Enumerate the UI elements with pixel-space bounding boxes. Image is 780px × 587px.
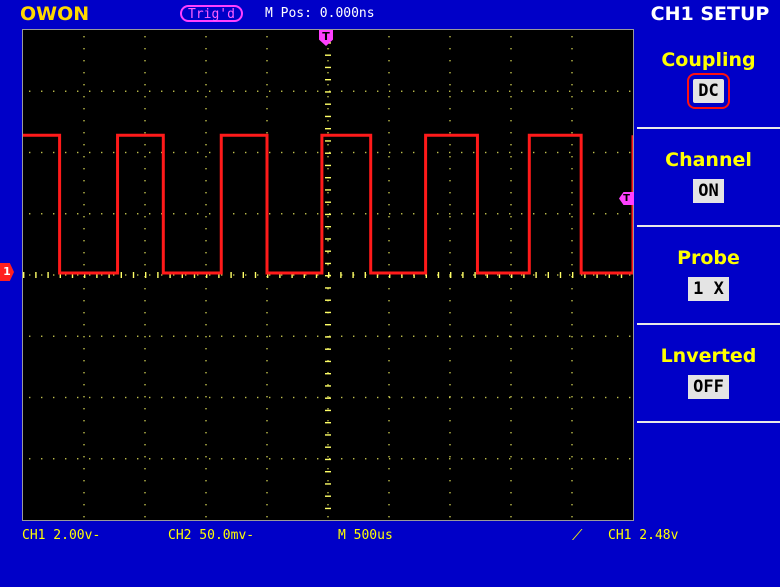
channel-label: Channel [665, 149, 752, 171]
brand-logo: OWON [20, 3, 90, 25]
top-bar: OWON Trig'd M Pos: 0.000ns CH1 SETUP [0, 0, 780, 28]
rising-edge-icon: ⟋ [572, 526, 583, 544]
probe-label: Probe [677, 247, 740, 269]
status-bar: CH1 2.00v- CH2 50.0mv- M 500us ⟋ CH1 2.4… [0, 524, 780, 548]
side-menu: Coupling DC Channel ON Probe 1 X Lnverte… [637, 29, 780, 521]
menu-title: CH1 SETUP [650, 3, 770, 25]
ch1-scale: CH1 2.00v- [22, 528, 101, 543]
ch2-scale: CH2 50.0mv- [168, 528, 255, 543]
timebase: M 500us [338, 528, 393, 543]
probe-value[interactable]: 1 X [688, 277, 729, 301]
menu-item-channel[interactable]: Channel ON [637, 129, 780, 227]
inverted-value[interactable]: OFF [688, 375, 729, 399]
channel-value[interactable]: ON [693, 179, 724, 203]
ch1-ground-marker: 1 [0, 263, 14, 281]
menu-item-inverted[interactable]: Lnverted OFF [637, 325, 780, 423]
menu-item-probe[interactable]: Probe 1 X [637, 227, 780, 325]
trigger-status-badge: Trig'd [180, 5, 243, 22]
coupling-label: Coupling [661, 49, 756, 71]
main-position-readout: M Pos: 0.000ns [265, 6, 375, 21]
graticule-and-trace [23, 30, 633, 518]
waveform-display [22, 29, 634, 521]
coupling-value[interactable]: DC [687, 73, 730, 109]
menu-item-coupling[interactable]: Coupling DC [637, 29, 780, 129]
inverted-label: Lnverted [660, 345, 757, 367]
trigger-level-readout: CH1 2.48v [608, 528, 679, 543]
menu-item-empty[interactable] [637, 423, 780, 521]
